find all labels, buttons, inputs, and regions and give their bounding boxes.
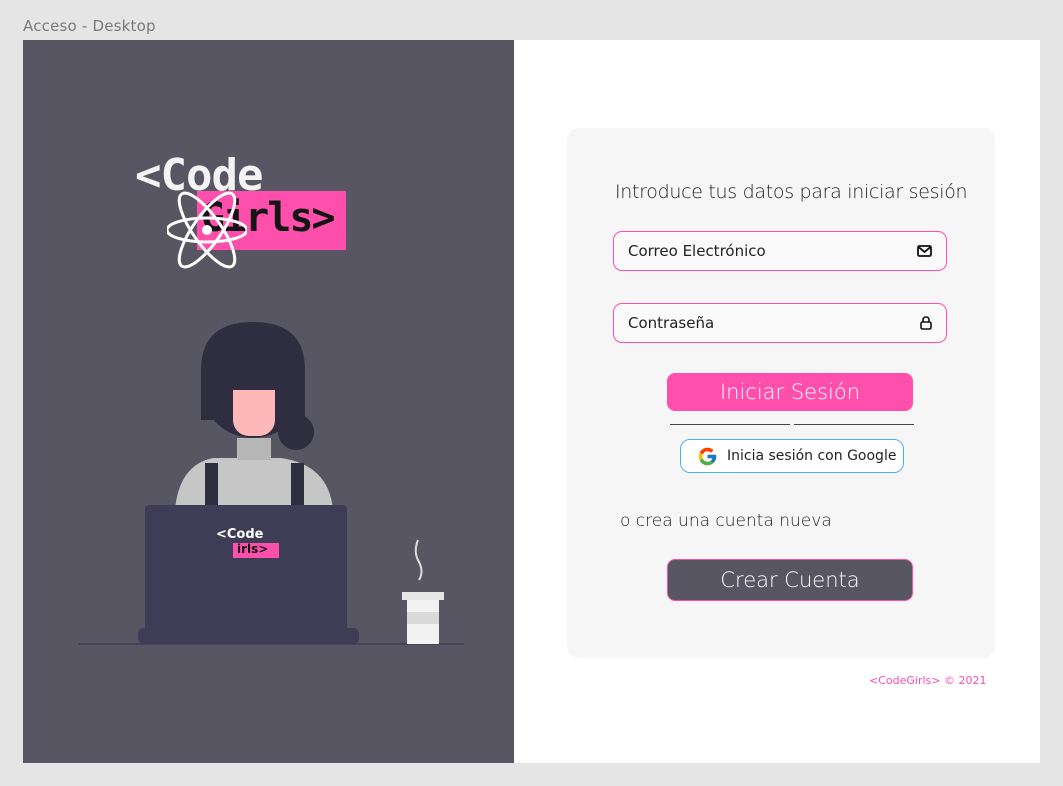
create-account-button[interactable]: Crear Cuenta (667, 559, 913, 601)
email-input[interactable] (628, 232, 908, 270)
frame-label: Acceso - Desktop (23, 17, 156, 35)
google-icon (698, 447, 717, 466)
sticker-line-1: <Code (216, 527, 264, 542)
divider-right (794, 424, 914, 425)
login-card: Introduce tus datos para iniciar sesión … (567, 128, 995, 658)
divider-left (670, 424, 790, 425)
sticker-line-2: irls> (237, 542, 269, 556)
password-field[interactable] (613, 303, 947, 343)
envelope-icon (917, 244, 932, 262)
google-button-label: Inicia sesión con Google (727, 448, 897, 464)
email-field[interactable] (613, 231, 947, 271)
laptop-sticker-logo: <Code irls> (216, 527, 286, 563)
lock-icon (920, 316, 932, 335)
woman-with-laptop-illustration (78, 322, 464, 645)
illustration-panel: <Code Girls> <Code irls> (23, 40, 514, 763)
create-account-prompt: o crea una cuenta nueva (620, 511, 832, 531)
login-heading: Introduce tus datos para iniciar sesión (615, 181, 968, 203)
copyright-footer: <CodeGirls> © 2021 (869, 674, 987, 687)
google-signin-button[interactable]: Inicia sesión con Google (680, 439, 904, 473)
password-input[interactable] (628, 304, 908, 342)
desktop-frame: <Code Girls> <Code irls> Introduce tus d… (23, 40, 1040, 763)
login-button[interactable]: Iniciar Sesión (667, 373, 913, 411)
